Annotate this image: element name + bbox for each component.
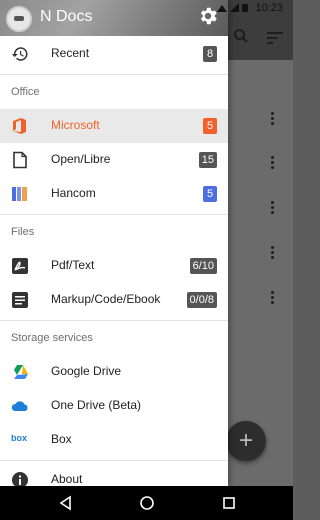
text-document-icon (11, 291, 29, 309)
drawer-item-label: Hancom (51, 186, 96, 200)
count-badge: 15 (198, 152, 217, 168)
section-label-files: Files (11, 226, 35, 238)
hancom-icon (11, 185, 29, 203)
divider (0, 214, 228, 215)
recents-icon[interactable] (220, 494, 238, 512)
drawer-item-label: Google Drive (51, 364, 122, 378)
drawer-item-label: Microsoft (51, 118, 100, 132)
drawer-item-hancom[interactable]: Hancom 5 (0, 177, 228, 211)
divider (0, 320, 228, 321)
back-icon[interactable] (57, 494, 75, 512)
status-bar: 10:23 (0, 0, 293, 16)
drawer-item-label: Markup/Code/Ebook (51, 292, 161, 306)
search-icon[interactable] (233, 28, 249, 47)
divider (0, 74, 228, 75)
pdf-icon (11, 257, 29, 275)
home-icon[interactable] (138, 494, 156, 512)
sort-icon[interactable] (267, 30, 283, 48)
drawer-item-box[interactable]: box Box (0, 423, 228, 457)
drawer-item-label: About (51, 472, 83, 486)
system-nav-bar (0, 486, 293, 520)
status-time: 10:23 (255, 2, 283, 14)
more-options-icon[interactable] (266, 112, 278, 128)
info-icon (11, 471, 29, 486)
section-label-office: Office (11, 86, 40, 98)
drawer-item-microsoft[interactable]: Microsoft 5 (0, 109, 228, 143)
drawer-item-recent[interactable]: Recent 8 (0, 37, 228, 71)
drawer-item-pdf-text[interactable]: Pdf/Text 6/10 (0, 249, 228, 283)
cloud-icon (11, 397, 29, 415)
box-logo-icon: box (11, 433, 28, 443)
count-badge: 6/10 (189, 258, 217, 274)
drawer-item-google-drive[interactable]: Google Drive (0, 355, 228, 389)
divider (0, 460, 228, 461)
status-icons (217, 2, 251, 16)
drawer-item-label: Pdf/Text (51, 258, 95, 272)
count-badge: 8 (203, 46, 217, 62)
count-badge: 5 (203, 186, 217, 202)
drawer-item-markup-code-ebook[interactable]: Markup/Code/Ebook 0/0/8 (0, 283, 228, 317)
drawer-item-one-drive[interactable]: One Drive (Beta) (0, 389, 228, 423)
document-icon (11, 151, 29, 169)
history-icon (11, 45, 29, 63)
count-badge: 5 (203, 118, 217, 134)
more-options-icon[interactable] (266, 201, 278, 217)
add-fab-button[interactable]: + (226, 421, 266, 461)
drawer-item-about[interactable]: About (0, 463, 228, 486)
more-options-icon[interactable] (266, 291, 278, 307)
count-badge: 0/0/8 (186, 292, 217, 308)
more-options-icon[interactable] (266, 246, 278, 262)
drawer-item-open-libre[interactable]: Open/Libre 15 (0, 143, 228, 177)
navigation-drawer: N Docs Recent 8 Office Microsoft 5 Open/… (0, 0, 228, 486)
drawer-item-label: Box (51, 432, 72, 446)
drawer-item-label: One Drive (Beta) (51, 398, 142, 412)
office-icon (11, 117, 29, 135)
drawer-item-label: Open/Libre (51, 152, 111, 166)
more-options-icon[interactable] (266, 156, 278, 172)
section-label-storage: Storage services (11, 332, 93, 344)
drawer-item-label: Recent (51, 46, 90, 60)
google-drive-icon (11, 363, 29, 381)
